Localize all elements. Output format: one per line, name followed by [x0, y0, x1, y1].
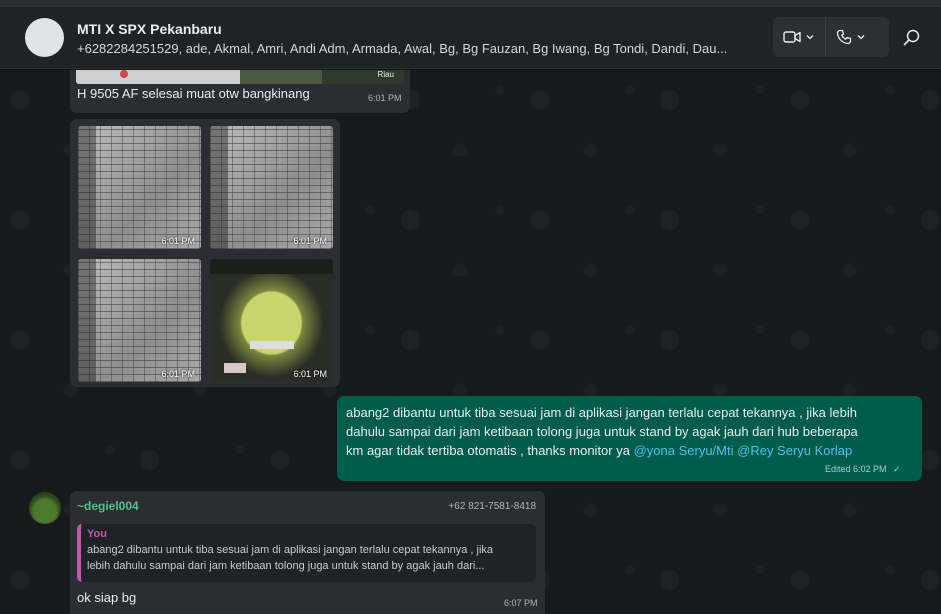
message-text: abang2 dibantu untuk tiba sesuai jam di … — [346, 403, 916, 460]
image-album-bubble: 6:01 PM 6:01 PM 6:01 PM 6:01 PM — [70, 119, 340, 387]
video-icon — [783, 31, 801, 43]
image-thumbnail[interactable]: 6:01 PM — [210, 126, 333, 249]
mention-link[interactable]: @yona Seryu/Mti — [634, 443, 734, 458]
phone-icon — [836, 29, 852, 45]
edited-label: Edited 6:02 PM — [825, 464, 887, 474]
image-thumbnail[interactable]: 6:01 PM — [78, 259, 201, 382]
sender-name[interactable]: ~degiel004 — [77, 499, 139, 513]
message-line: abang2 dibantu untuk tiba sesuai jam di … — [346, 405, 857, 420]
message-list[interactable]: Riau H 9505 AF selesai muat otw bangkina… — [0, 70, 941, 614]
image-watermark: Riau — [377, 70, 394, 79]
image-time: 6:01 PM — [161, 236, 195, 246]
sender-avatar[interactable] — [29, 492, 61, 524]
message-edited-time: Edited 6:02 PM ✓ — [825, 464, 901, 475]
chevron-down-icon — [857, 35, 865, 40]
image-time: 6:01 PM — [293, 369, 327, 379]
message-line-text: km agar tidak tertiba otomatis , thanks … — [346, 443, 630, 458]
sender-phone: +62 821-7581-8418 — [448, 501, 536, 512]
window-top-strip — [0, 0, 941, 7]
call-controls — [773, 17, 889, 57]
chat-header: MTI X SPX Pekanbaru +6282284251529, ade,… — [0, 7, 941, 69]
mention-link[interactable]: @Rey Seryu Korlap — [737, 443, 852, 458]
message-time: 6:07 PM — [504, 598, 538, 608]
message-bubble-incoming: Riau H 9505 AF selesai muat otw bangkina… — [70, 70, 410, 113]
message-line: dahulu sampai dari jam ketibaan tolong j… — [346, 424, 858, 439]
video-call-button[interactable] — [773, 17, 825, 57]
message-time: 6:01 PM — [368, 93, 402, 103]
message-text: H 9505 AF selesai muat otw bangkinang — [77, 86, 310, 101]
search-icon[interactable] — [902, 28, 922, 48]
voice-call-button[interactable] — [825, 17, 876, 57]
message-text: ok siap bg — [77, 590, 137, 605]
chevron-down-icon — [806, 35, 814, 40]
group-members[interactable]: +6282284251529, ade, Akmal, Amri, Andi A… — [77, 41, 761, 56]
image-time: 6:01 PM — [293, 236, 327, 246]
quote-text-line: lebih dahulu sampai dari jam ketibaan to… — [87, 560, 485, 572]
sent-tick-icon: ✓ — [893, 464, 901, 474]
image-time: 6:01 PM — [161, 369, 195, 379]
image-thumbnail[interactable]: 6:01 PM — [78, 126, 201, 249]
group-avatar[interactable] — [25, 18, 64, 57]
message-line: km agar tidak tertiba otomatis , thanks … — [346, 441, 916, 460]
quote-author: You — [87, 528, 107, 540]
group-title[interactable]: MTI X SPX Pekanbaru — [77, 21, 222, 37]
message-image[interactable]: Riau — [76, 70, 404, 84]
image-thumbnail-truck[interactable]: 6:01 PM — [210, 259, 333, 382]
quote-text-line: abang2 dibantu untuk tiba sesuai jam di … — [87, 544, 494, 556]
message-bubble-outgoing: abang2 dibantu untuk tiba sesuai jam di … — [337, 396, 922, 481]
quoted-message[interactable]: You abang2 dibantu untuk tiba sesuai jam… — [77, 524, 536, 582]
